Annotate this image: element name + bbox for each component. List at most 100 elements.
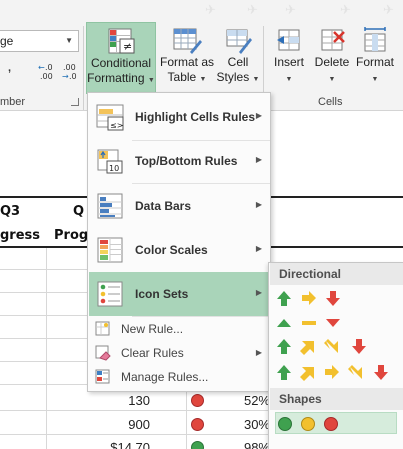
- cell-value[interactable]: $14 70: [110, 440, 150, 449]
- menu-item-clear-rules[interactable]: Clear Rules ▶: [89, 341, 270, 365]
- conditional-formatting-label-2: Formatting: [87, 71, 145, 85]
- icon-set-5-arrows-colored[interactable]: [275, 361, 399, 383]
- svg-text:.00: .00: [40, 72, 53, 81]
- insert-cells-icon: [277, 29, 300, 51]
- menu-item-label: Icon Sets: [135, 287, 189, 301]
- chevron-right-icon: ▶: [255, 155, 262, 164]
- decrease-decimal-button[interactable]: .00 → .0: [60, 62, 80, 84]
- ribbon-watermark-icon: ✈: [340, 2, 351, 17]
- group-divider: [83, 26, 84, 110]
- cell-styles-label-1: Cell: [227, 55, 249, 69]
- chevron-down-icon: ▼: [285, 76, 293, 83]
- delete-button[interactable]: Delete ▼: [311, 22, 353, 94]
- color-scales-icon: [97, 237, 123, 263]
- menu-item-top-bottom-rules[interactable]: 10 Top/Bottom Rules ▶: [89, 139, 270, 183]
- menu-item-label: Data Bars: [135, 199, 192, 213]
- format-button[interactable]: Format ▼: [354, 22, 396, 94]
- highlight-cells-icon: ≤>: [96, 104, 124, 131]
- red-circle-icon: [191, 394, 204, 407]
- directional-section-header: Directional: [270, 263, 403, 285]
- menu-item-manage-rules[interactable]: Manage Rules...: [89, 365, 270, 389]
- new-rule-icon: [95, 321, 110, 336]
- format-label: Format: [355, 55, 394, 69]
- menu-item-label: Color Scales: [135, 243, 208, 257]
- svg-text:.0: .0: [45, 63, 53, 72]
- number-format-dropdown[interactable]: ge ▼: [0, 30, 79, 52]
- format-as-table-button[interactable]: Format as Table ▼: [160, 22, 214, 94]
- ribbon-watermark-icon: ✈: [247, 2, 258, 17]
- ribbon-watermark-icon: ✈: [205, 2, 216, 17]
- three-triangles-icon: [277, 319, 340, 327]
- chevron-down-icon: ▼: [328, 76, 336, 83]
- decrease-decimal-icon: .00 → .0: [62, 63, 77, 81]
- chevron-right-icon: ▶: [255, 348, 262, 357]
- increase-decimal-button[interactable]: ← .0 .00: [36, 62, 56, 84]
- menu-item-label: Highlight Cells Rules: [135, 110, 256, 124]
- manage-rules-icon: [95, 369, 110, 384]
- comma-style-button[interactable]: ,: [8, 62, 11, 74]
- conditional-formatting-icon: ≠: [108, 28, 135, 54]
- cells-group-label: Cells: [318, 96, 343, 108]
- menu-item-data-bars[interactable]: Data Bars ▶: [89, 184, 270, 228]
- insert-button[interactable]: Insert ▼: [268, 22, 310, 94]
- icon-sets-icon: [97, 281, 123, 307]
- chevron-right-icon: ▶: [255, 111, 262, 120]
- conditional-formatting-button[interactable]: ≠ Conditional Formatting ▼: [86, 22, 156, 94]
- icon-set-3-traffic-lights[interactable]: [275, 412, 397, 434]
- menu-item-label: New Rule...: [121, 322, 184, 336]
- delete-label: Delete: [314, 55, 350, 69]
- number-format-value: ge: [0, 34, 14, 48]
- three-colored-arrows-icon: [277, 291, 340, 306]
- svg-text:10: 10: [109, 164, 119, 173]
- column-header-progress-q4: Prog: [54, 228, 89, 243]
- menu-item-color-scales[interactable]: Color Scales ▶: [89, 228, 270, 272]
- grid-line: [46, 248, 47, 449]
- menu-item-label: Clear Rules: [121, 346, 184, 360]
- chevron-right-icon: ▶: [255, 244, 262, 253]
- cell-styles-button[interactable]: Cell Styles ▼: [216, 22, 260, 94]
- icon-sets-submenu: Directional Shapes: [268, 262, 403, 449]
- dialog-launcher-icon[interactable]: [71, 98, 79, 106]
- cell-percent[interactable]: 30%: [222, 417, 270, 432]
- shapes-section-header: Shapes: [270, 388, 403, 410]
- svg-text:.0: .0: [69, 72, 77, 81]
- icon-set-4-arrows-colored[interactable]: [275, 335, 385, 357]
- svg-text:→: →: [62, 72, 69, 81]
- delete-cells-icon: [321, 29, 345, 51]
- format-cells-icon: [364, 27, 386, 52]
- insert-label: Insert: [273, 55, 304, 69]
- grid-line: [186, 384, 187, 449]
- ribbon-watermark-icon: ✈: [383, 2, 394, 17]
- format-as-table-icon: [173, 28, 202, 54]
- green-circle-icon: [191, 441, 204, 449]
- top-bottom-icon: 10: [97, 149, 123, 174]
- menu-item-icon-sets[interactable]: Icon Sets ▶: [89, 272, 270, 316]
- eraser-icon: [95, 345, 111, 361]
- format-as-table-label-2: Table: [167, 70, 197, 84]
- chevron-down-icon: ▼: [252, 76, 260, 83]
- icon-set-3-triangles[interactable]: [275, 311, 355, 333]
- conditional-formatting-label-1: Conditional: [90, 56, 152, 70]
- cell-percent[interactable]: 98%: [222, 440, 270, 449]
- cell-value[interactable]: 900: [120, 417, 150, 432]
- chevron-down-icon: ▼: [371, 76, 379, 83]
- data-bars-icon: [97, 193, 123, 219]
- three-traffic-lights-icon: [278, 417, 338, 431]
- svg-text:.00: .00: [63, 63, 76, 72]
- ribbon-watermark-icon: ✈: [285, 2, 296, 17]
- chevron-down-icon: ▼: [65, 36, 73, 45]
- svg-text:←: ←: [38, 63, 45, 72]
- format-as-table-label-1: Format as: [160, 55, 215, 69]
- icon-set-3-arrows-colored[interactable]: [275, 287, 355, 309]
- chevron-right-icon: ▶: [255, 288, 262, 297]
- cell-percent[interactable]: 52%: [222, 393, 270, 408]
- chevron-right-icon: ▶: [255, 200, 262, 209]
- cell-value[interactable]: 130: [120, 393, 150, 408]
- cell-styles-icon: [226, 29, 252, 54]
- red-circle-icon: [191, 418, 204, 431]
- menu-item-highlight-cells-rules[interactable]: ≤> Highlight Cells Rules ▶: [89, 95, 270, 139]
- svg-text:≤>: ≤>: [110, 121, 123, 130]
- column-header-q4: Q: [73, 204, 85, 219]
- menu-item-label: Top/Bottom Rules: [135, 154, 238, 168]
- menu-item-new-rule[interactable]: New Rule...: [89, 317, 270, 341]
